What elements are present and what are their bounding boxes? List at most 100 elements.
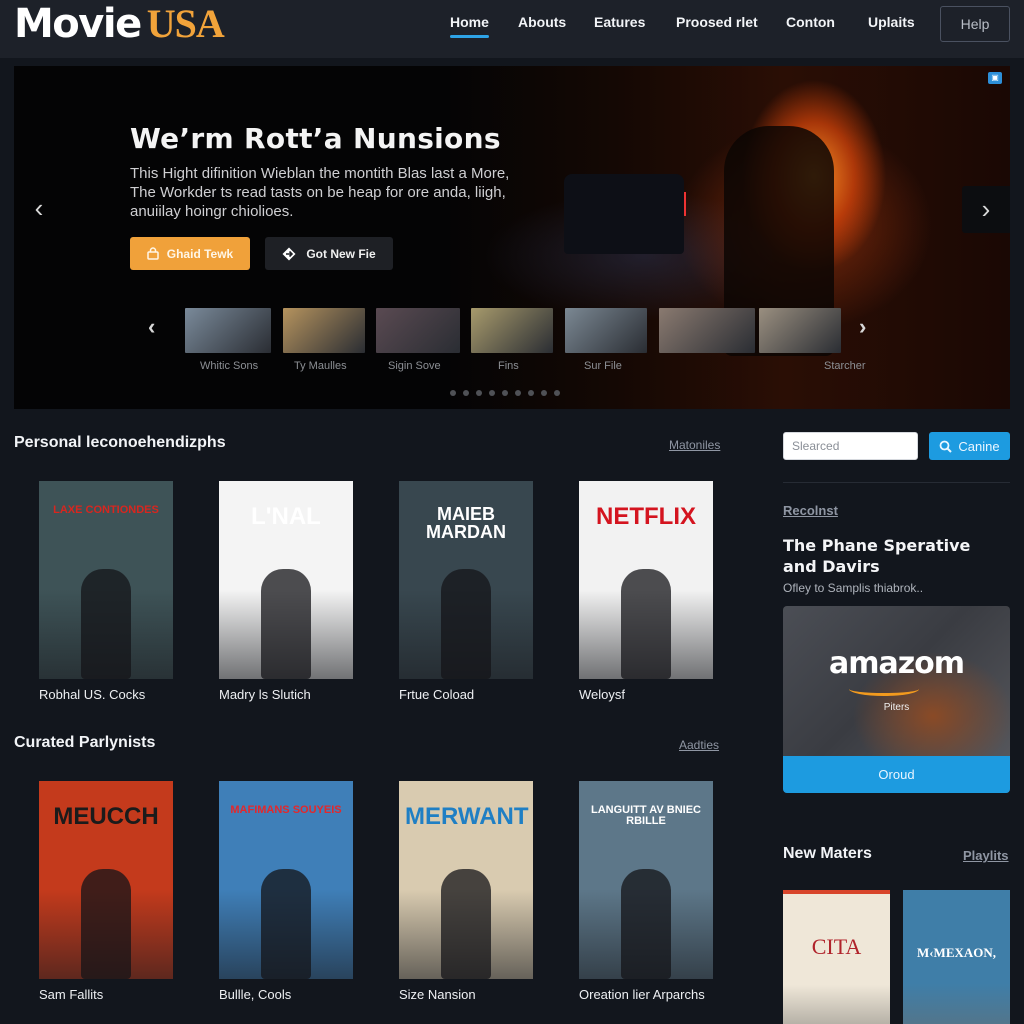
promo-card[interactable]: amazom Piters Oroud [783, 606, 1010, 793]
poster-title: NETFLIX [596, 503, 696, 530]
carousel-dot[interactable] [541, 390, 547, 396]
nav-uplaits[interactable]: Uplaits [868, 14, 915, 30]
hero-thumbnail[interactable] [659, 308, 755, 353]
carousel-dot[interactable] [450, 390, 456, 396]
movie-poster[interactable]: LANGUITT AV BNIEC RBILLE [579, 781, 713, 979]
curated-section-title: Curated Parlynists [14, 734, 156, 751]
hero-next-arrow-icon[interactable]: › [962, 186, 1010, 233]
hero-thumbnail-label: Ty Maulles [294, 360, 347, 372]
movie-title[interactable]: Bullle, Cools [219, 987, 291, 1002]
carousel-dot[interactable] [476, 390, 482, 396]
nav-abouts[interactable]: Abouts [518, 14, 566, 30]
movie-title[interactable]: Oreation lier Arparchs [579, 987, 705, 1002]
hero-carousel: ▣ ‹ › We’rm Rott’a Nunsions This Hight d… [14, 66, 1010, 409]
nav-conton[interactable]: Conton [786, 14, 835, 30]
hero-prev-arrow-icon[interactable]: ‹ [24, 188, 54, 228]
movie-title[interactable]: Robhal US. Cocks [39, 687, 145, 702]
nav-home[interactable]: Home [450, 14, 489, 38]
poster-title: M‹MEXAON, [916, 945, 997, 960]
search-button-label: Canine [958, 438, 1000, 454]
promo-smile-icon [849, 682, 919, 696]
carousel-dot[interactable] [528, 390, 534, 396]
carousel-dot[interactable] [515, 390, 521, 396]
movie-title[interactable]: Size Nansion [399, 987, 476, 1002]
hero-background-image [444, 66, 1010, 409]
hero-description: This Hight difinition Wieblan the montit… [130, 165, 510, 220]
new-section-link[interactable]: Playlits [963, 848, 1009, 863]
poster-title: MERWANT [405, 803, 529, 830]
poster-title: LANGUITT AV BNIEC RBILLE [591, 804, 701, 827]
carousel-dot[interactable] [463, 390, 469, 396]
hero-thumbnail-label: Sigin Sove [388, 360, 441, 372]
search-button[interactable]: Canine [929, 432, 1010, 460]
promo-button[interactable]: Oroud [783, 756, 1010, 793]
new-movie-poster[interactable]: M‹MEXAON, [903, 890, 1010, 1024]
movie-poster[interactable]: LAXE CONTIONDES [39, 481, 173, 679]
hero-thumbnail-label: Whitic Sons [200, 360, 259, 372]
movie-poster[interactable]: MEUCCH [39, 781, 173, 979]
sidebar-divider [783, 482, 1010, 483]
brand-logo[interactable]: Movie USA [14, 1, 225, 47]
new-movie-poster[interactable]: CITA [783, 890, 890, 1024]
poster-figure [621, 569, 671, 679]
feature-subtitle: Ofley to Samplis thiabrok.. [783, 581, 924, 595]
movie-poster[interactable]: NETFLIX [579, 481, 713, 679]
diamond-arrow-icon [282, 247, 296, 260]
hero-thumbnail[interactable] [471, 308, 553, 353]
carousel-dot[interactable] [489, 390, 495, 396]
poster-figure [261, 569, 311, 679]
hero-thumbnail[interactable] [759, 308, 841, 353]
thumbnails-next-icon[interactable]: › [859, 314, 866, 340]
top-navigation-bar: Movie USA Home Abouts Eatures Proosed rle… [0, 0, 1024, 58]
hero-thumbnail[interactable] [376, 308, 460, 353]
hero-thumbnail-label: Fins [498, 360, 519, 372]
hero-thumbnail-label: Starcher [824, 360, 866, 372]
search-icon [939, 440, 953, 453]
recent-link[interactable]: Recolnst [783, 503, 838, 518]
movie-title[interactable]: Weloysf [579, 687, 625, 702]
movie-poster[interactable]: MERWANT [399, 781, 533, 979]
brand-name-primary: Movie [14, 1, 142, 47]
lock-icon [147, 247, 159, 260]
poster-title: LAXE CONTIONDES [53, 504, 159, 516]
hero-primary-button[interactable]: Ghaid Tewk [130, 237, 250, 270]
poster-figure [81, 869, 131, 979]
nav-proosed-rlet[interactable]: Proosed rlet [676, 14, 758, 30]
carousel-dot[interactable] [502, 390, 508, 396]
hero-thumbnail[interactable] [283, 308, 365, 353]
search-input[interactable] [783, 432, 918, 460]
new-section-title: New Maters [783, 845, 872, 862]
curated-section-link[interactable]: Aadties [679, 738, 719, 752]
poster-figure [261, 869, 311, 979]
hero-thumbnail[interactable] [565, 308, 647, 353]
movie-poster[interactable]: MAFIMANS SOUYEIS [219, 781, 353, 979]
carousel-pagination [450, 390, 560, 396]
hero-primary-button-label: Ghaid Tewk [166, 246, 234, 261]
carousel-dot[interactable] [554, 390, 560, 396]
poster-figure [81, 569, 131, 679]
help-button[interactable]: Help [940, 6, 1010, 42]
poster-title: CITA [811, 934, 862, 959]
brand-name-accent: USA [146, 1, 225, 46]
movie-title[interactable]: Frtue Coload [399, 687, 474, 702]
poster-title: MAFIMANS SOUYEIS [230, 804, 342, 816]
hero-thumbnail-label: Sur File [584, 360, 622, 372]
movie-title[interactable]: Madry ls Slutich [219, 687, 311, 702]
thumbnails-prev-icon[interactable]: ‹ [148, 314, 155, 340]
promo-subtitle: Piters [883, 702, 910, 713]
feature-title[interactable]: The Phane Sperative and Davirs [783, 535, 1003, 577]
movie-poster[interactable]: L'NAL [219, 481, 353, 679]
hero-title: We’rm Rott’a Nunsions [130, 122, 501, 155]
poster-figure [441, 869, 491, 979]
poster-figure [621, 869, 671, 979]
hero-secondary-button[interactable]: Got New Fie [265, 237, 393, 270]
hero-badge-icon[interactable]: ▣ [988, 72, 1002, 84]
nav-eatures[interactable]: Eatures [594, 14, 645, 30]
hero-thumbnail[interactable] [185, 308, 271, 353]
poster-figure [441, 569, 491, 679]
poster-title: MAIEB MARDAN [426, 504, 506, 542]
movie-title[interactable]: Sam Fallits [39, 987, 103, 1002]
movie-poster[interactable]: MAIEB MARDAN [399, 481, 533, 679]
poster-title: MEUCCH [53, 803, 159, 830]
personal-section-link[interactable]: Matoniles [669, 438, 720, 452]
